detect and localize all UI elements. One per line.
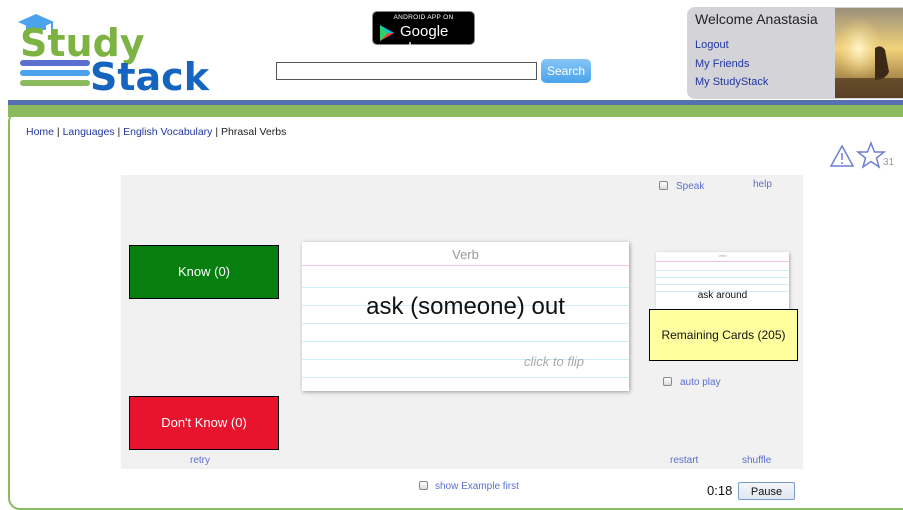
warning-icon[interactable] xyxy=(829,144,855,168)
star-count: 31 xyxy=(883,157,895,168)
card-rule xyxy=(302,341,629,342)
star-icon[interactable] xyxy=(856,141,886,169)
show-example-first-label[interactable]: show Example first xyxy=(435,481,519,492)
logo-bottom-text: Stack xyxy=(90,55,210,99)
next-card-category: Verb xyxy=(718,253,727,258)
retry-link[interactable]: retry xyxy=(190,455,210,466)
breadcrumb-home[interactable]: Home xyxy=(26,126,54,138)
shuffle-link[interactable]: shuffle xyxy=(742,455,771,466)
next-card-preview: Verb ask around xyxy=(656,252,789,312)
remaining-cards-box: Remaining Cards (205) xyxy=(649,309,798,361)
card-category: Verb xyxy=(452,247,479,262)
restart-link[interactable]: restart xyxy=(670,455,698,466)
card-rule xyxy=(302,265,629,266)
speak-label[interactable]: Speak xyxy=(676,181,704,192)
auto-play-checkbox[interactable] xyxy=(663,377,672,386)
logo-graphic: Study Stack xyxy=(18,14,210,99)
breadcrumb: Home | Languages | English Vocabulary | … xyxy=(26,126,286,138)
breadcrumb-separator: | xyxy=(212,126,221,138)
google-play-badge[interactable]: ANDROID APP ON Google play xyxy=(372,11,475,57)
breadcrumb-separator: | xyxy=(114,126,124,138)
my-friends-link[interactable]: My Friends xyxy=(695,58,749,70)
breadcrumb-current: Phrasal Verbs xyxy=(220,126,287,138)
breadcrumb-languages[interactable]: Languages xyxy=(63,126,115,138)
google-play-icon xyxy=(380,25,394,41)
user-panel: Welcome Anastasia Logout My Friends My S… xyxy=(687,7,903,99)
timer: 0:18 xyxy=(707,483,733,498)
pause-button[interactable]: Pause xyxy=(738,482,795,500)
speak-checkbox[interactable] xyxy=(659,181,668,190)
card-rule xyxy=(302,323,629,324)
card-term: ask (someone) out xyxy=(366,293,565,320)
card-rule xyxy=(656,261,789,262)
search-input[interactable] xyxy=(276,62,537,80)
flashcard[interactable]: Verb ask (someone) out click to flip xyxy=(302,242,629,391)
breadcrumb-separator: | xyxy=(54,126,63,138)
logout-link[interactable]: Logout xyxy=(695,39,729,51)
google-play-small-text: ANDROID APP ON xyxy=(393,14,454,21)
google-play-big-text: Google play xyxy=(400,23,449,57)
show-example-checkbox[interactable] xyxy=(419,481,428,490)
card-rule xyxy=(656,270,789,271)
studystack-logo[interactable]: Study Stack xyxy=(14,12,244,102)
auto-play-label[interactable]: auto play xyxy=(680,377,721,388)
search-button[interactable]: Search xyxy=(541,59,591,83)
click-to-flip-hint: click to flip xyxy=(524,354,584,369)
dont-know-button[interactable]: Don't Know (0) xyxy=(129,396,279,450)
help-link[interactable]: help xyxy=(753,179,772,190)
avatar[interactable] xyxy=(835,8,903,98)
card-rule xyxy=(656,277,789,278)
next-card-term: ask around xyxy=(697,290,748,301)
know-button[interactable]: Know (0) xyxy=(129,245,279,299)
card-rule xyxy=(302,287,629,288)
blue-band xyxy=(8,100,903,105)
breadcrumb-english-vocabulary[interactable]: English Vocabulary xyxy=(123,126,212,138)
card-rule xyxy=(656,284,789,285)
green-band xyxy=(8,105,903,117)
welcome-text: Welcome Anastasia xyxy=(695,11,818,27)
card-rule xyxy=(302,377,629,378)
my-studystack-link[interactable]: My StudyStack xyxy=(695,76,768,88)
